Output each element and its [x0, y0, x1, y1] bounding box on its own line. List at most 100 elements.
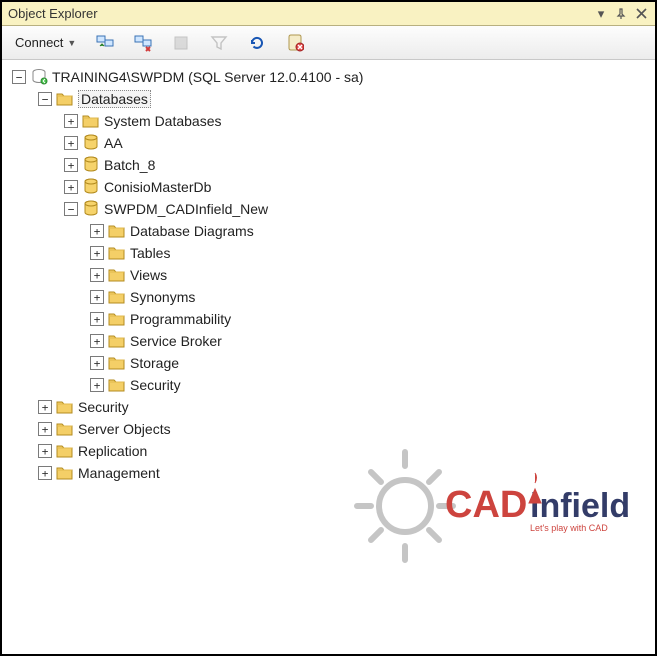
collapse-toggle[interactable]: − — [12, 70, 26, 84]
expand-toggle[interactable]: + — [38, 422, 52, 436]
collapse-toggle[interactable]: − — [64, 202, 78, 216]
tree-label[interactable]: Databases — [78, 90, 151, 108]
tree-label[interactable]: Service Broker — [130, 333, 222, 349]
tree-label[interactable]: Storage — [130, 355, 179, 371]
expand-toggle[interactable]: + — [38, 400, 52, 414]
folder-icon — [56, 442, 74, 460]
expand-toggle[interactable]: + — [90, 290, 104, 304]
filter-button[interactable] — [203, 30, 235, 56]
folder-icon — [56, 398, 74, 416]
clear-activity-button[interactable] — [279, 30, 311, 56]
tree-label[interactable]: Programmability — [130, 311, 231, 327]
database-icon — [82, 200, 100, 218]
refresh-icon — [248, 34, 266, 52]
tree-node-programmability[interactable]: + Programmability — [2, 308, 655, 330]
tree-node-server-objects[interactable]: + Server Objects — [2, 418, 655, 440]
database-icon — [82, 134, 100, 152]
folder-icon — [56, 420, 74, 438]
tree-node-service-broker[interactable]: + Service Broker — [2, 330, 655, 352]
tree-label[interactable]: Database Diagrams — [130, 223, 254, 239]
tree-label[interactable]: Management — [78, 465, 160, 481]
scroll-x-icon — [286, 34, 304, 52]
folder-icon — [108, 222, 126, 240]
stop-icon — [172, 34, 190, 52]
tree-node-database-diagrams[interactable]: + Database Diagrams — [2, 220, 655, 242]
tree-label[interactable]: Security — [78, 399, 129, 415]
register-servers-button[interactable] — [89, 30, 121, 56]
tree-label[interactable]: SWPDM_CADInfield_New — [104, 201, 268, 217]
stop-button[interactable] — [165, 30, 197, 56]
tree-node-storage[interactable]: + Storage — [2, 352, 655, 374]
window-options-icon[interactable]: ▾ — [593, 6, 609, 22]
folder-icon — [108, 332, 126, 350]
tree-node-db-swpdm[interactable]: − SWPDM_CADInfield_New — [2, 198, 655, 220]
folder-icon — [108, 354, 126, 372]
database-icon — [82, 178, 100, 196]
tree-label[interactable]: Views — [130, 267, 167, 283]
object-tree: − TRAINING4\SWPDM (SQL Server 12.0.4100 … — [2, 60, 655, 490]
tree-node-tables[interactable]: + Tables — [2, 242, 655, 264]
folder-icon — [108, 310, 126, 328]
expand-toggle[interactable]: + — [90, 378, 104, 392]
folder-icon — [82, 112, 100, 130]
tree-node-views[interactable]: + Views — [2, 264, 655, 286]
tree-node-synonyms[interactable]: + Synonyms — [2, 286, 655, 308]
refresh-button[interactable] — [241, 30, 273, 56]
tree-label[interactable]: Batch_8 — [104, 157, 155, 173]
connect-label: Connect — [15, 35, 63, 50]
tree-label[interactable]: Server Objects — [78, 421, 171, 437]
tree-node-db-conisio[interactable]: + ConisioMasterDb — [2, 176, 655, 198]
svg-text:infield: infield — [530, 487, 630, 525]
filter-icon — [210, 34, 228, 52]
tree-label[interactable]: System Databases — [104, 113, 222, 129]
folder-icon — [108, 288, 126, 306]
panel-title: Object Explorer — [8, 6, 589, 21]
tree-label[interactable]: Replication — [78, 443, 147, 459]
folder-icon — [108, 244, 126, 262]
folder-icon — [56, 464, 74, 482]
folder-icon — [56, 90, 74, 108]
tree-node-db-security[interactable]: + Security — [2, 374, 655, 396]
tree-label[interactable]: Synonyms — [130, 289, 195, 305]
tree-label[interactable]: Security — [130, 377, 181, 393]
expand-toggle[interactable]: + — [90, 268, 104, 282]
tree-node-databases[interactable]: − Databases — [2, 88, 655, 110]
disconnect-button[interactable] — [127, 30, 159, 56]
tree-node-db-batch8[interactable]: + Batch_8 — [2, 154, 655, 176]
collapse-toggle[interactable]: − — [38, 92, 52, 106]
connect-button[interactable]: Connect ▼ — [8, 30, 83, 56]
panel-titlebar: Object Explorer ▾ — [2, 2, 655, 26]
folder-icon — [108, 266, 126, 284]
tree-node-management[interactable]: + Management — [2, 462, 655, 484]
pin-icon[interactable] — [613, 6, 629, 22]
expand-toggle[interactable]: + — [64, 180, 78, 194]
expand-toggle[interactable]: + — [64, 158, 78, 172]
expand-toggle[interactable]: + — [90, 356, 104, 370]
database-icon — [82, 156, 100, 174]
expand-toggle[interactable]: + — [90, 312, 104, 326]
tree-node-server[interactable]: − TRAINING4\SWPDM (SQL Server 12.0.4100 … — [2, 66, 655, 88]
expand-toggle[interactable]: + — [64, 136, 78, 150]
monitors-plus-icon — [96, 34, 114, 52]
watermark-cad: CAD — [445, 484, 527, 526]
tree-node-db-aa[interactable]: + AA — [2, 132, 655, 154]
tree-label[interactable]: TRAINING4\SWPDM (SQL Server 12.0.4100 - … — [52, 69, 363, 85]
tree-node-system-databases[interactable]: + System Databases — [2, 110, 655, 132]
expand-toggle[interactable]: + — [64, 114, 78, 128]
expand-toggle[interactable]: + — [90, 334, 104, 348]
tree-node-server-security[interactable]: + Security — [2, 396, 655, 418]
expand-toggle[interactable]: + — [38, 444, 52, 458]
expand-toggle[interactable]: + — [90, 246, 104, 260]
tree-label[interactable]: Tables — [130, 245, 170, 261]
tree-node-replication[interactable]: + Replication — [2, 440, 655, 462]
toolbar: Connect ▼ — [2, 26, 655, 60]
folder-icon — [108, 376, 126, 394]
chevron-down-icon: ▼ — [67, 38, 76, 48]
tree-label[interactable]: AA — [104, 135, 123, 151]
expand-toggle[interactable]: + — [90, 224, 104, 238]
expand-toggle[interactable]: + — [38, 466, 52, 480]
tree-label[interactable]: ConisioMasterDb — [104, 179, 211, 195]
watermark-tagline: Let's play with CAD — [530, 523, 608, 533]
svg-text:CAD: CAD — [445, 484, 527, 526]
close-icon[interactable] — [633, 6, 649, 22]
